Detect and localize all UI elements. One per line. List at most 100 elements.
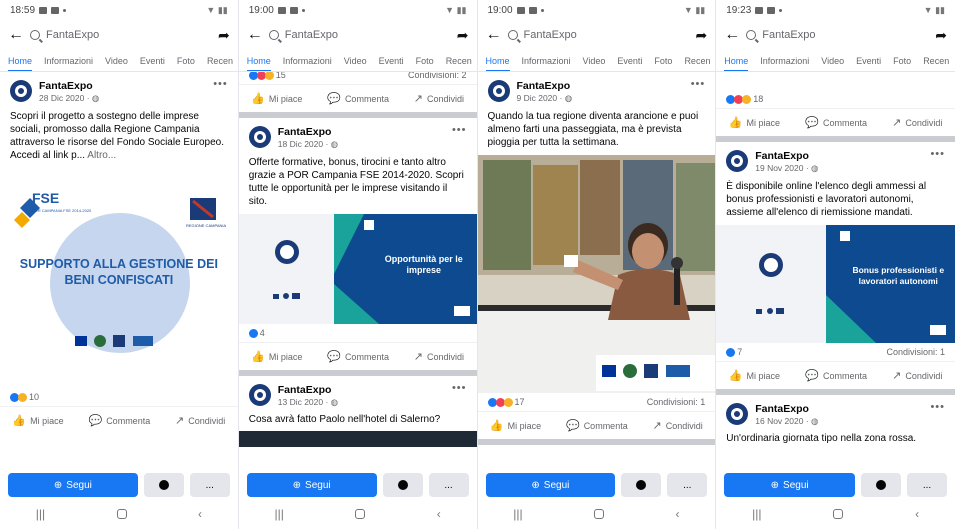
tab-video[interactable]: Video — [583, 56, 606, 66]
more-dots-icon[interactable]: ••• — [452, 124, 467, 136]
share-button[interactable]: ↗ Condividi — [653, 419, 703, 432]
tab-eventi[interactable]: Eventi — [617, 56, 642, 66]
avatar[interactable] — [726, 150, 749, 172]
back-arrow-icon[interactable]: ← — [724, 26, 740, 44]
share-button[interactable]: ↗ Condividi — [892, 116, 942, 129]
share-arrow-icon[interactable]: ➦ — [457, 27, 469, 44]
share-arrow-icon[interactable]: ➦ — [218, 27, 230, 44]
video-thumbnail[interactable] — [238, 431, 477, 447]
reactions-row[interactable]: 7 Condivisioni: 1 — [716, 343, 955, 361]
see-more-link[interactable]: Altro... — [87, 150, 116, 161]
more-button[interactable]: ... — [667, 473, 708, 497]
avatar[interactable] — [248, 384, 271, 406]
share-button[interactable]: ↗ Condividi — [892, 369, 942, 382]
share-button[interactable]: ↗ Condividi — [175, 414, 225, 427]
post-photo[interactable] — [477, 155, 716, 393]
tab-recensioni[interactable]: Recen — [684, 56, 710, 66]
like-button[interactable]: 👍 Mi piace — [251, 92, 302, 105]
post-image[interactable]: FSE POR CAMPANIA FSE 2014-2020 REGIONE C… — [0, 168, 238, 388]
more-dots-icon[interactable]: ••• — [691, 78, 706, 90]
avatar[interactable] — [10, 80, 32, 102]
more-dots-icon[interactable]: ••• — [930, 401, 945, 413]
like-button[interactable]: 👍 Mi piace — [251, 350, 302, 363]
nav-back-icon[interactable]: ‹ — [675, 507, 679, 521]
more-button[interactable]: ... — [907, 473, 947, 497]
nav-recent-icon[interactable]: ||| — [513, 507, 522, 521]
nav-recent-icon[interactable]: ||| — [274, 507, 283, 521]
nav-back-icon[interactable]: ‹ — [915, 507, 919, 521]
share-button[interactable]: ↗ Condividi — [414, 92, 464, 105]
message-button[interactable] — [382, 473, 423, 497]
comment-button[interactable]: 💬 Commenta — [327, 350, 389, 363]
tab-home[interactable]: Home — [724, 50, 749, 71]
like-button[interactable]: 👍 Mi piace — [490, 419, 541, 432]
like-button[interactable]: 👍 Mi piace — [12, 414, 63, 427]
nav-back-icon[interactable]: ‹ — [437, 507, 441, 521]
tab-informazioni[interactable]: Informazioni — [44, 56, 93, 66]
comment-button[interactable]: 💬 Commenta — [327, 92, 389, 105]
page-name[interactable]: FantaExpo — [278, 384, 338, 396]
tab-recensioni[interactable]: Recen — [923, 56, 949, 66]
comment-button[interactable]: 💬 Commenta — [805, 369, 867, 382]
like-button[interactable]: 👍 Mi piace — [729, 116, 780, 129]
tab-home[interactable]: Home — [485, 50, 510, 71]
post-image[interactable]: Bonus professionisti e lavoratori autono… — [716, 225, 955, 343]
tab-eventi[interactable]: Eventi — [856, 56, 881, 66]
follow-button[interactable]: ⊕ Segui — [8, 473, 138, 497]
tab-foto[interactable]: Foto — [177, 56, 195, 66]
search-input[interactable]: FantaExpo — [30, 29, 210, 41]
tab-home[interactable]: Home — [8, 50, 33, 71]
page-name[interactable]: FantaExpo — [755, 403, 818, 415]
tab-informazioni[interactable]: Informazioni — [283, 56, 332, 66]
tab-informazioni[interactable]: Informazioni — [760, 56, 809, 66]
back-arrow-icon[interactable]: ← — [486, 26, 502, 44]
message-button[interactable] — [861, 473, 901, 497]
page-name[interactable]: FantaExpo — [39, 80, 99, 92]
page-name[interactable]: FantaExpo — [755, 150, 818, 162]
share-arrow-icon[interactable]: ➦ — [696, 27, 708, 44]
more-dots-icon[interactable]: ••• — [213, 78, 228, 90]
follow-button[interactable]: ⊕ Segui — [246, 473, 377, 497]
share-count[interactable]: Condivisioni: 2 — [408, 72, 467, 80]
back-arrow-icon[interactable]: ← — [8, 26, 24, 44]
more-button[interactable]: ... — [428, 473, 469, 497]
tab-eventi[interactable]: Eventi — [379, 56, 404, 66]
nav-home-icon[interactable] — [833, 509, 844, 519]
nav-home-icon[interactable] — [355, 509, 366, 519]
tab-recensioni[interactable]: Recen — [207, 56, 233, 66]
avatar[interactable] — [248, 126, 271, 148]
page-name[interactable]: FantaExpo — [517, 80, 573, 92]
share-count[interactable]: Condivisioni: 1 — [886, 347, 945, 357]
tab-eventi[interactable]: Eventi — [140, 56, 165, 66]
message-button[interactable] — [621, 473, 662, 497]
follow-button[interactable]: ⊕ Segui — [724, 473, 855, 497]
reactions-row[interactable]: 18 — [716, 90, 955, 108]
follow-button[interactable]: ⊕ Segui — [485, 473, 616, 497]
tab-video[interactable]: Video — [344, 56, 367, 66]
nav-recent-icon[interactable]: ||| — [752, 507, 761, 521]
nav-back-icon[interactable]: ‹ — [198, 507, 202, 521]
nav-recent-icon[interactable]: ||| — [36, 507, 45, 521]
share-count[interactable]: Condivisioni: 1 — [647, 397, 706, 407]
post-image[interactable]: Opportunità per le imprese — [238, 214, 477, 324]
comment-button[interactable]: 💬 Commenta — [805, 116, 867, 129]
comment-button[interactable]: 💬 Commenta — [566, 419, 628, 432]
tab-home[interactable]: Home — [246, 50, 271, 71]
page-name[interactable]: FantaExpo — [278, 126, 338, 138]
reactions-row[interactable]: 17 Condivisioni: 1 — [478, 393, 716, 411]
like-button[interactable]: 👍 Mi piace — [729, 369, 780, 382]
tab-foto[interactable]: Foto — [893, 56, 911, 66]
avatar[interactable] — [726, 403, 749, 425]
reactions-row[interactable]: 15 Condivisioni: 2 — [239, 72, 477, 84]
search-input[interactable]: FantaExpo — [268, 29, 449, 41]
tab-video[interactable]: Video — [821, 56, 844, 66]
share-arrow-icon[interactable]: ➦ — [935, 27, 947, 44]
more-button[interactable]: ... — [189, 473, 230, 497]
nav-home-icon[interactable] — [116, 509, 127, 519]
avatar[interactable] — [487, 80, 510, 102]
reactions-row[interactable]: 4 — [239, 324, 477, 342]
tab-informazioni[interactable]: Informazioni — [522, 56, 571, 66]
more-dots-icon[interactable]: ••• — [452, 382, 467, 394]
tab-video[interactable]: Video — [105, 56, 128, 66]
tab-foto[interactable]: Foto — [416, 56, 434, 66]
